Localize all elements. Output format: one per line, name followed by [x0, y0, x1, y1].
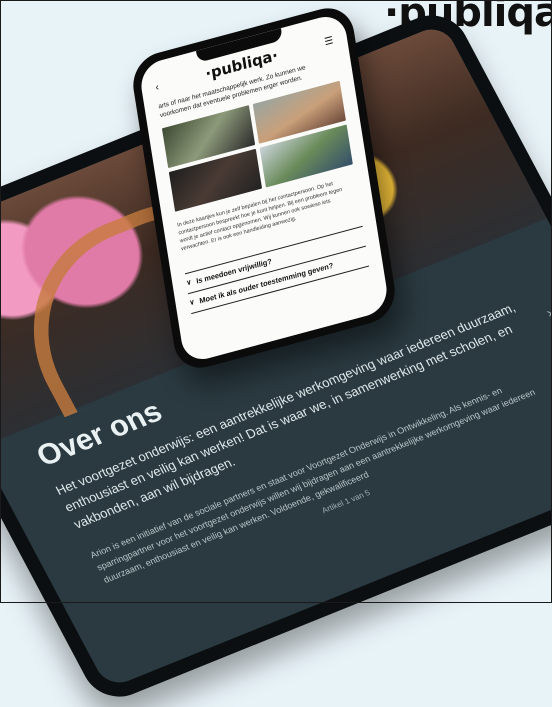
chevron-left-icon[interactable]: ‹	[155, 81, 160, 93]
chevron-down-icon: ∨	[189, 298, 196, 308]
hamburger-menu-icon[interactable]: ☰	[324, 35, 334, 48]
chevron-down-icon: ∨	[185, 279, 193, 288]
chevron-right-icon[interactable]: ›	[543, 304, 552, 320]
phone-screen: ‹ ·publiqa· ☰ arts of naar het maatschap…	[138, 11, 390, 365]
